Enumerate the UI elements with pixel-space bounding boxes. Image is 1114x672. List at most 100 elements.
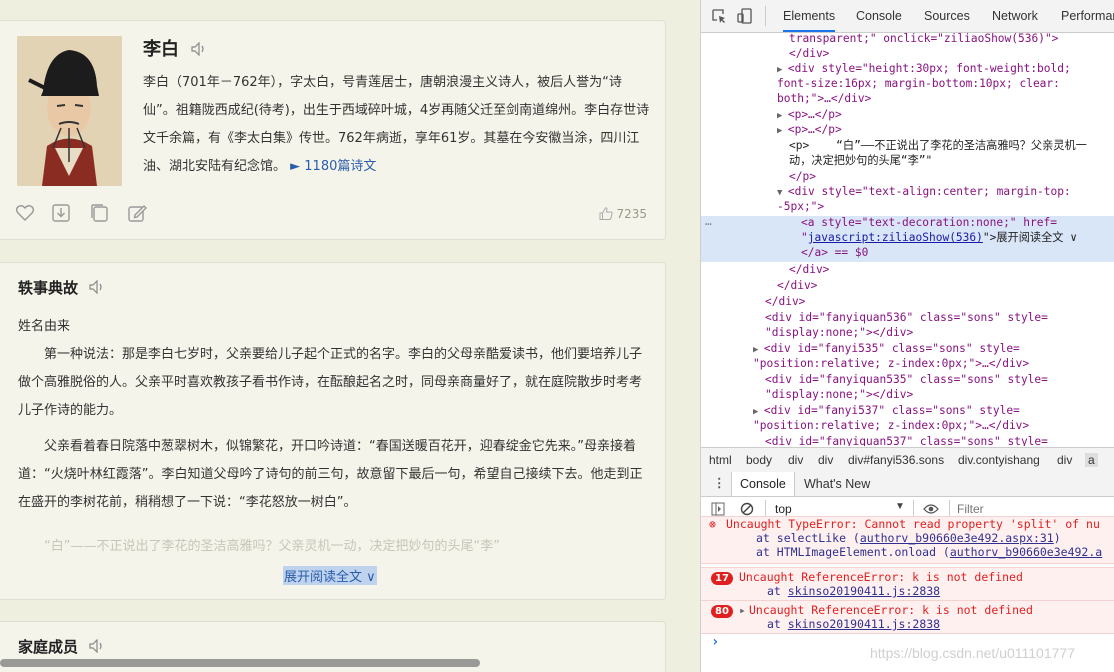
- dom-line-text: <p>…</p>: [787, 108, 842, 121]
- dom-line[interactable]: <div id="fanyiquan536" class="sons" styl…: [765, 310, 1048, 326]
- breadcrumb-item[interactable]: html: [709, 453, 732, 467]
- stack-frame: at selectLike (authorv_b90660e3e492.aspx…: [756, 531, 1061, 545]
- expand-arrow-icon[interactable]: ▶: [753, 407, 764, 417]
- source-link[interactable]: authorv_b90660e3e492.a: [950, 545, 1102, 559]
- dom-line-text: <div id="fanyi537" class="sons" style=: [763, 404, 1020, 417]
- source-link[interactable]: skinso20190411.js:2838: [788, 617, 940, 631]
- tab-elements[interactable]: Elements: [783, 9, 836, 32]
- error-text: Uncaught ReferenceError: k is not define…: [749, 603, 1033, 617]
- breadcrumb-item[interactable]: div#fanyi536.sons: [848, 453, 944, 467]
- anecdote-text: 姓名由来 第一种说法：那是李白七岁时，父亲要给儿子起个正式的名字。李白的父母亲酷…: [18, 313, 646, 561]
- selected-dom-line[interactable]: "javascript:ziliaoShow(536)">展开阅读全文 ∨: [801, 230, 1077, 246]
- anecdotes-card: 轶事典故 姓名由来 第一种说法：那是李白七岁时，父亲要给儿子起个正式的名字。李白…: [0, 262, 666, 600]
- dom-line[interactable]: <div id="fanyiquan535" class="sons" styl…: [765, 372, 1048, 388]
- likes-counter[interactable]: 7235: [599, 207, 647, 221]
- dom-line[interactable]: "display:none;"></div>: [765, 325, 913, 341]
- stack-frame: at skinso20190411.js:2838: [767, 617, 940, 631]
- horizontal-scrollbar[interactable]: [0, 659, 480, 667]
- breadcrumb-item[interactable]: div: [818, 453, 833, 467]
- dom-line[interactable]: </div>: [789, 262, 829, 278]
- device-toolbar-icon[interactable]: [737, 8, 753, 27]
- selected-dom-line[interactable]: <a style="text-decoration:none;" href=: [801, 215, 1057, 231]
- dom-line[interactable]: </p>: [789, 169, 816, 185]
- dom-line[interactable]: "display:none;"></div>: [765, 387, 913, 403]
- elements-tree[interactable]: transparent;" onclick="ziliaoShow(536)">…: [701, 33, 1114, 446]
- tab-network[interactable]: Network: [992, 9, 1038, 23]
- console-error-message[interactable]: 80 ▸ Uncaught ReferenceError: k is not d…: [701, 600, 1114, 634]
- dom-line[interactable]: </div>: [765, 294, 805, 310]
- error-count: 80: [711, 605, 733, 618]
- anecdotes-title: 轶事典故: [18, 279, 79, 297]
- copy-icon[interactable]: [89, 203, 111, 225]
- poems-count-link[interactable]: ► 1180篇诗文: [290, 159, 376, 174]
- console-prompt-icon[interactable]: ›: [711, 634, 719, 650]
- breadcrumb-item[interactable]: div.contyishang: [958, 453, 1040, 467]
- href-link[interactable]: javascript:ziliaoShow(536): [808, 231, 983, 244]
- breadcrumb-item[interactable]: div: [788, 453, 803, 467]
- speaker-icon[interactable]: [191, 40, 207, 61]
- dom-line-text: <p>…</p>: [787, 123, 842, 136]
- dom-line[interactable]: <div id="fanyiquan537" class="sons" styl…: [765, 434, 1048, 446]
- dom-line[interactable]: font-size:16px; margin-bottom:10px; clea…: [777, 76, 1060, 92]
- watermark-text: https://blog.csdn.net/u011101777: [870, 645, 1075, 661]
- dom-line[interactable]: </div>: [789, 46, 829, 62]
- dom-line[interactable]: "position:relative; z-index:0px;">…</div…: [753, 418, 1029, 434]
- dom-line[interactable]: -5px;">: [777, 199, 824, 215]
- expand-arrow-icon[interactable]: ▸: [739, 603, 746, 617]
- console-error-message[interactable]: 17 Uncaught ReferenceError: k is not def…: [701, 567, 1114, 601]
- anecdote-paragraph: 父亲看着春日院落中葱翠树木，似锦繁花，开口吟诗道：“春国送暖百花开，迎春绽金它先…: [18, 439, 643, 510]
- drawer-menu-icon[interactable]: ⋮: [713, 475, 726, 490]
- tab-performance[interactable]: Performan: [1061, 9, 1114, 23]
- stack-text: ): [1053, 531, 1061, 545]
- error-text: Uncaught TypeError: Cannot read property…: [726, 517, 1100, 531]
- dropdown-arrow-icon[interactable]: ▼: [895, 501, 905, 512]
- likes-count: 7235: [616, 207, 647, 221]
- breadcrumb-item[interactable]: div: [1057, 453, 1072, 467]
- breadcrumb-item-active[interactable]: a: [1085, 453, 1098, 467]
- tab-console[interactable]: Console: [856, 9, 902, 23]
- error-text: Uncaught ReferenceError: k is not define…: [739, 570, 1023, 584]
- expand-read-more-link[interactable]: 展开阅读全文 ∨: [283, 566, 377, 585]
- collapse-arrow-icon[interactable]: ▼: [777, 188, 788, 198]
- toolbar-divider: [765, 6, 766, 26]
- inspect-element-icon[interactable]: [711, 8, 727, 27]
- expand-arrow-icon[interactable]: ▶: [777, 126, 788, 136]
- dom-line[interactable]: both;">…</div>: [777, 91, 871, 107]
- devtools-tab-bar: Elements Console Sources Network Perform…: [701, 0, 1114, 33]
- dom-line[interactable]: </div>: [777, 278, 817, 294]
- expand-arrow-icon[interactable]: ▶: [777, 111, 788, 121]
- context-selector[interactable]: top: [775, 502, 792, 516]
- stack-frame: at HTMLImageElement.onload (authorv_b906…: [756, 545, 1102, 559]
- dom-line-text: <div id="fanyi535" class="sons" style=: [763, 342, 1020, 355]
- selected-dom-line[interactable]: </a> == $0: [801, 245, 868, 261]
- author-portrait: [17, 36, 122, 186]
- expand-arrow-icon[interactable]: ▶: [753, 345, 764, 355]
- speaker-icon[interactable]: [89, 638, 105, 657]
- dom-node[interactable]: ▶ <p>…</p>: [777, 122, 842, 140]
- error-count-badge: 80: [711, 603, 733, 618]
- error-count-badge: 17: [711, 570, 733, 585]
- tab-sources[interactable]: Sources: [924, 9, 970, 23]
- ellipsis-icon[interactable]: …: [705, 214, 712, 230]
- dom-line-text: <div style="text-align:center; margin-to…: [787, 185, 1071, 198]
- dom-line[interactable]: <p> “白”——不正说出了李花的圣洁高雅吗？父亲灵机一: [789, 138, 1087, 154]
- breadcrumb: html body div div div#fanyi536.sons div.…: [701, 447, 1114, 473]
- source-link[interactable]: authorv_b90660e3e492.aspx:31: [860, 531, 1054, 545]
- error-icon: ⊗: [709, 517, 716, 531]
- source-link[interactable]: skinso20190411.js:2838: [788, 584, 940, 598]
- edit-icon[interactable]: [127, 203, 149, 225]
- dom-line[interactable]: "position:relative; z-index:0px;">…</div…: [753, 356, 1029, 372]
- author-name-row: 李白: [143, 35, 207, 61]
- dom-line[interactable]: 动，决定把妙句的头尾“李”": [789, 153, 932, 169]
- speaker-icon[interactable]: [89, 279, 105, 298]
- error-count: 17: [711, 572, 733, 585]
- breadcrumb-item[interactable]: body: [746, 453, 772, 467]
- download-icon[interactable]: [51, 203, 73, 225]
- section-title: 轶事典故: [18, 277, 105, 298]
- dom-line[interactable]: transparent;" onclick="ziliaoShow(536)">: [789, 33, 1058, 47]
- drawer-tab-console[interactable]: Console: [740, 477, 786, 491]
- console-error-message[interactable]: ⊗ Uncaught TypeError: Cannot read proper…: [701, 516, 1114, 564]
- expand-arrow-icon[interactable]: ▶: [777, 65, 788, 75]
- heart-icon[interactable]: [15, 203, 37, 225]
- drawer-tab-whats-new[interactable]: What's New: [804, 477, 870, 491]
